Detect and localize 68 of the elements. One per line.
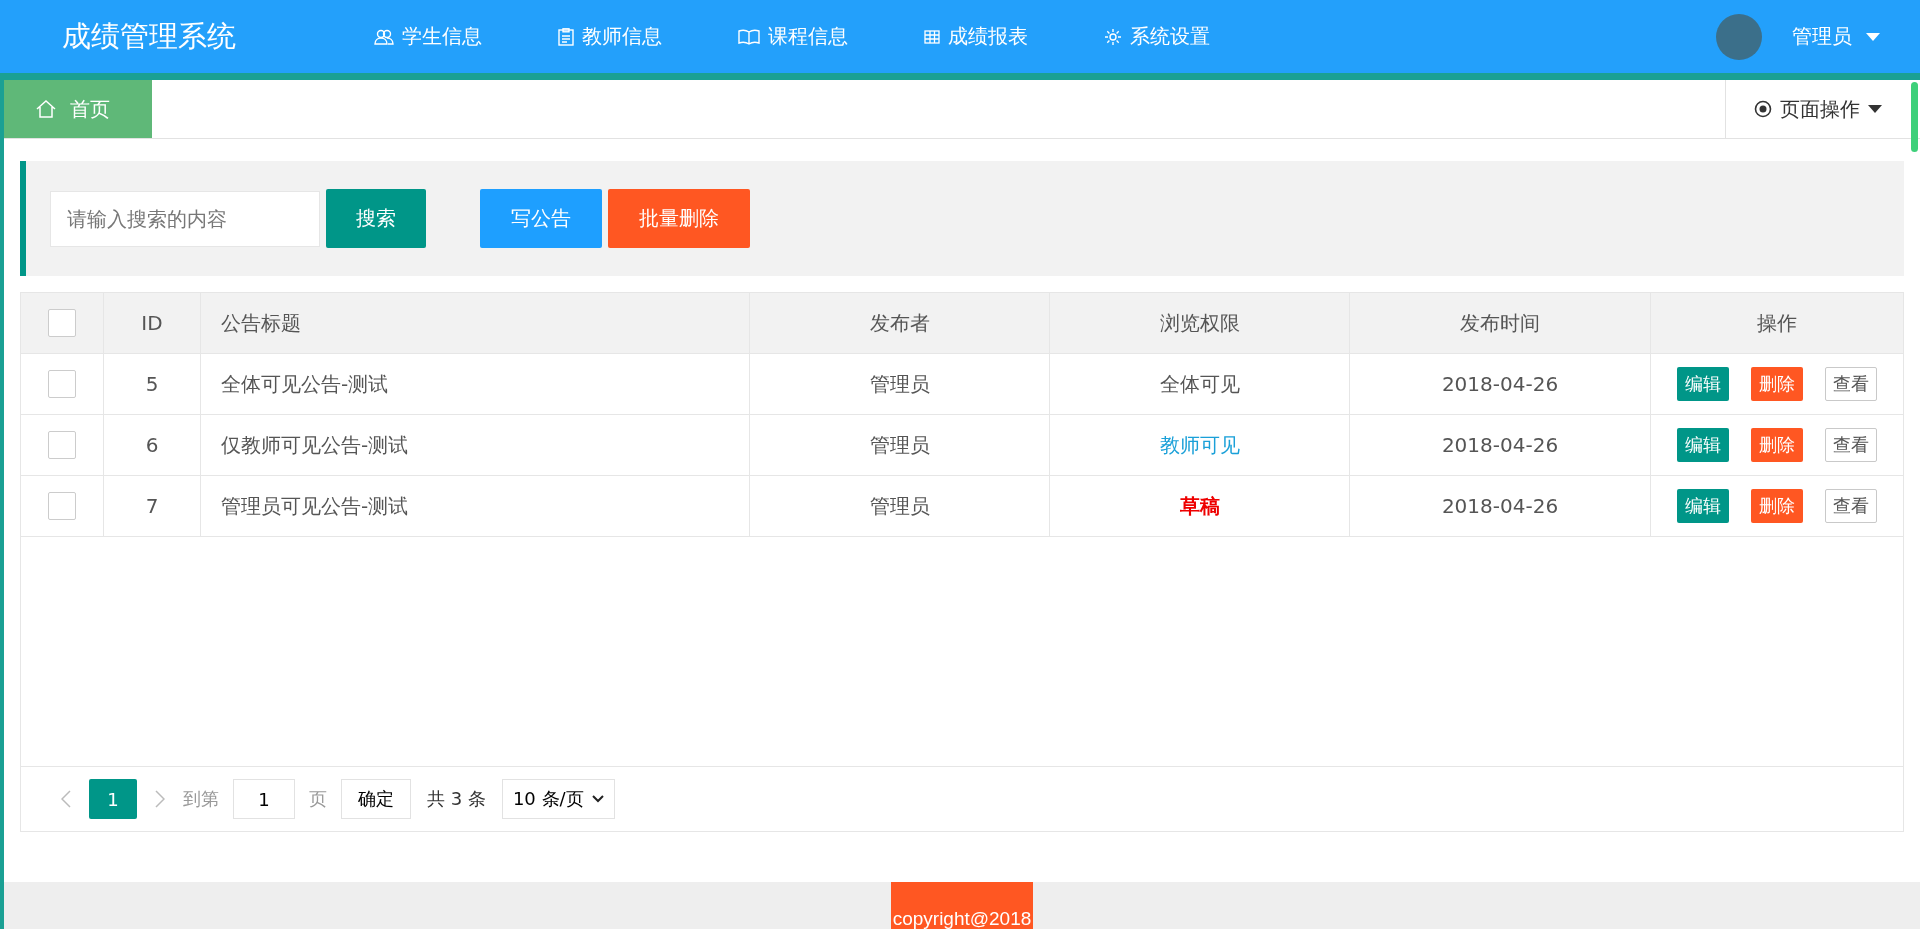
chevron-down-icon <box>591 795 604 803</box>
table-cell: 管理员可见公告-测试 <box>200 475 750 537</box>
table-cell: 草稿 <box>1049 475 1350 537</box>
clipboard-icon <box>558 27 574 46</box>
delete-button[interactable]: 删除 <box>1751 428 1803 462</box>
batch-delete-button[interactable]: 批量删除 <box>608 189 750 248</box>
nav-link[interactable]: 系统设置 <box>1104 23 1210 50</box>
caret-icon <box>1866 32 1880 41</box>
column-header: 操作 <box>1650 293 1903 354</box>
delete-button[interactable]: 删除 <box>1751 489 1803 523</box>
table-cell: 6 <box>103 414 201 476</box>
avatar[interactable] <box>1716 13 1762 60</box>
table-cell: 管理员 <box>749 414 1050 476</box>
table-icon <box>924 29 940 44</box>
goto-label: 到第 <box>183 787 219 811</box>
confirm-button[interactable]: 确定 <box>341 779 411 819</box>
nav-link[interactable]: 学生信息 <box>374 23 482 50</box>
total-count: 共 3 条 <box>427 787 486 811</box>
nav-link[interactable]: 课程信息 <box>738 23 848 50</box>
row-checkbox[interactable] <box>48 431 76 459</box>
table-cell: 2018-04-26 <box>1349 353 1651 415</box>
table-cell: 全体可见 <box>1049 353 1350 415</box>
column-header: 浏览权限 <box>1049 293 1350 354</box>
page-size-select[interactable]: 10 条/页 <box>501 779 615 819</box>
view-button[interactable]: 查看 <box>1825 428 1877 462</box>
table-cell: 5 <box>103 353 201 415</box>
caret-icon <box>1868 105 1882 113</box>
settings-icon <box>1104 27 1122 46</box>
column-header: 发布者 <box>749 293 1050 354</box>
edit-button[interactable]: 编辑 <box>1677 367 1729 401</box>
select-all-checkbox[interactable] <box>48 309 76 337</box>
table-cell: 2018-04-26 <box>1349 475 1651 537</box>
home-icon <box>36 100 56 118</box>
table-cell: 仅教师可见公告-测试 <box>200 414 750 476</box>
table-cell: 教师可见 <box>1049 414 1350 476</box>
app-title: 成绩管理系统 <box>62 17 237 55</box>
delete-button[interactable]: 删除 <box>1751 367 1803 401</box>
nav-link[interactable]: 教师信息 <box>558 23 662 50</box>
home-tab[interactable]: 首页 <box>4 80 152 138</box>
search-button[interactable]: 搜索 <box>326 189 426 248</box>
edit-button[interactable]: 编辑 <box>1677 428 1729 462</box>
chevron-left-icon[interactable] <box>61 790 71 808</box>
users-icon <box>374 28 394 45</box>
column-header: 公告标题 <box>200 293 750 354</box>
nav-link[interactable]: 成绩报表 <box>924 23 1028 50</box>
view-button[interactable]: 查看 <box>1825 489 1877 523</box>
book-icon <box>738 28 760 45</box>
search-field[interactable]: 请输入搜索的内容 <box>50 190 320 247</box>
copyright-text: copyright@2018 <box>890 882 1034 929</box>
page-label: 页 <box>309 787 327 811</box>
view-button[interactable]: 查看 <box>1825 367 1877 401</box>
radio-dot-icon <box>1754 100 1772 118</box>
page-button[interactable]: 1 <box>89 779 137 819</box>
table-cell: 7 <box>103 475 201 537</box>
chevron-right-icon[interactable] <box>155 790 165 808</box>
page-number-field[interactable]: 1 <box>233 779 295 819</box>
row-checkbox[interactable] <box>48 370 76 398</box>
table-cell: 2018-04-26 <box>1349 414 1651 476</box>
user-menu[interactable]: 管理员 <box>1792 23 1852 50</box>
scrollbar[interactable] <box>1911 82 1918 152</box>
column-header: 发布时间 <box>1349 293 1651 354</box>
table-cell: 管理员 <box>749 475 1050 537</box>
write-notice-button[interactable]: 写公告 <box>480 189 602 248</box>
edit-button[interactable]: 编辑 <box>1677 489 1729 523</box>
table-cell: 管理员 <box>749 353 1050 415</box>
row-checkbox[interactable] <box>48 492 76 520</box>
table-cell: 全体可见公告-测试 <box>200 353 750 415</box>
column-header: ID <box>103 293 201 354</box>
